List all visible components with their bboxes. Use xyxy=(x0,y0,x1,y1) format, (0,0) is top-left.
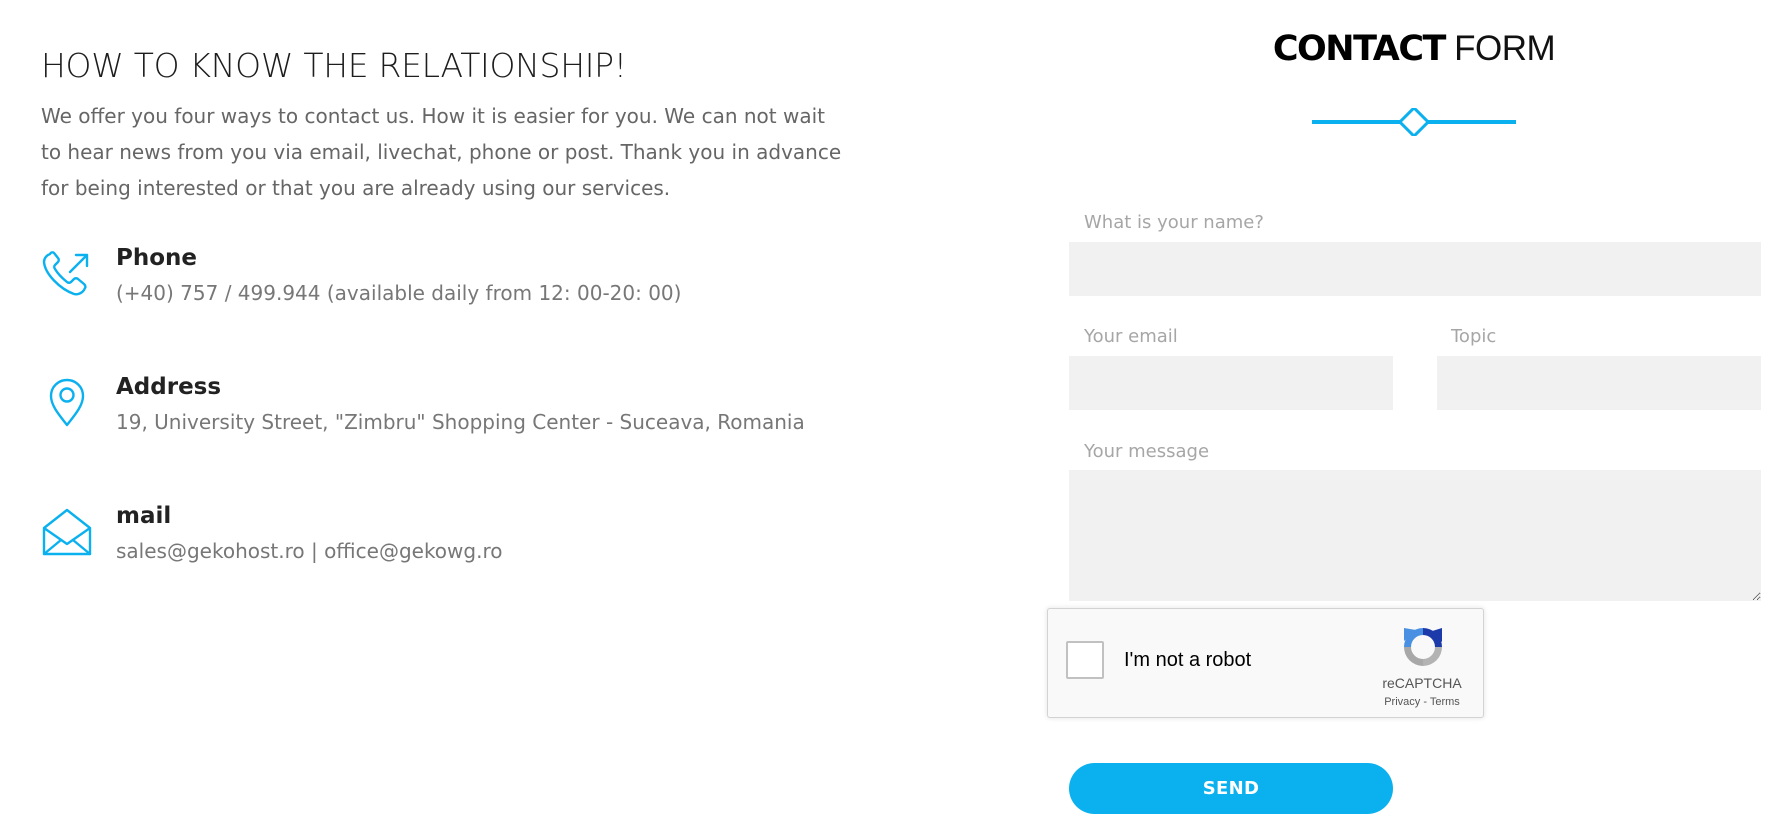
phone-icon xyxy=(42,251,89,296)
message-label: Your message xyxy=(1084,441,1210,462)
message-textarea[interactable] xyxy=(1069,470,1761,601)
name-input[interactable] xyxy=(1069,242,1761,296)
topic-input[interactable] xyxy=(1437,356,1761,410)
contact-address-label: Address xyxy=(116,374,222,400)
contact-address-value: 19, University Street, "Zimbru" Shopping… xyxy=(116,410,805,434)
recaptcha-terms-link[interactable]: Terms xyxy=(1430,696,1460,708)
contact-mail-value: sales@gekohost.ro | office@gekowg.ro xyxy=(116,539,503,563)
recaptcha-privacy-link[interactable]: Privacy xyxy=(1384,696,1420,708)
email-input[interactable] xyxy=(1069,356,1393,410)
title-divider-diamond-icon xyxy=(1312,108,1516,136)
email-label: Your email xyxy=(1084,326,1178,347)
location-pin-icon xyxy=(49,378,85,427)
contact-address: Address 19, University Street, "Zimbru" … xyxy=(41,371,805,436)
contact-phone-label: Phone xyxy=(116,245,198,271)
topic-label: Topic xyxy=(1451,326,1497,347)
contact-mail-label: mail xyxy=(116,503,172,529)
contact-phone-value: (+40) 757 / 499.944 (available daily fro… xyxy=(116,281,682,305)
recaptcha-logo-icon xyxy=(1404,628,1442,666)
name-label: What is your name? xyxy=(1084,212,1264,233)
recaptcha-brand: reCAPTCHA xyxy=(1382,675,1462,691)
envelope-open-icon xyxy=(42,508,92,556)
intro-text: We offer you four ways to contact us. Ho… xyxy=(41,104,842,200)
recaptcha-links: Privacy - Terms xyxy=(1360,696,1484,708)
recaptcha-label: I'm not a robot xyxy=(1124,649,1252,671)
recaptcha-widget: I'm not a robot reCAPTCHA Privacy - Term… xyxy=(1047,608,1484,718)
form-title-strong: CONTACT xyxy=(1272,29,1447,69)
recaptcha-checkbox[interactable] xyxy=(1066,641,1104,679)
contact-mail: mail sales@gekohost.ro | office@gekowg.r… xyxy=(41,500,502,565)
form-title: CONTACT FORM xyxy=(1068,26,1760,72)
send-button[interactable]: SEND xyxy=(1069,763,1393,814)
recaptcha-links-separator: - xyxy=(1420,696,1430,708)
contact-info-section: HOW TO KNOW THE RELATIONSHIP! We offer y… xyxy=(41,44,861,206)
form-title-light: FORM xyxy=(1444,29,1556,68)
section-heading: HOW TO KNOW THE RELATIONSHIP! xyxy=(41,46,627,85)
contact-phone: Phone (+40) 757 / 499.944 (available dai… xyxy=(41,242,681,307)
